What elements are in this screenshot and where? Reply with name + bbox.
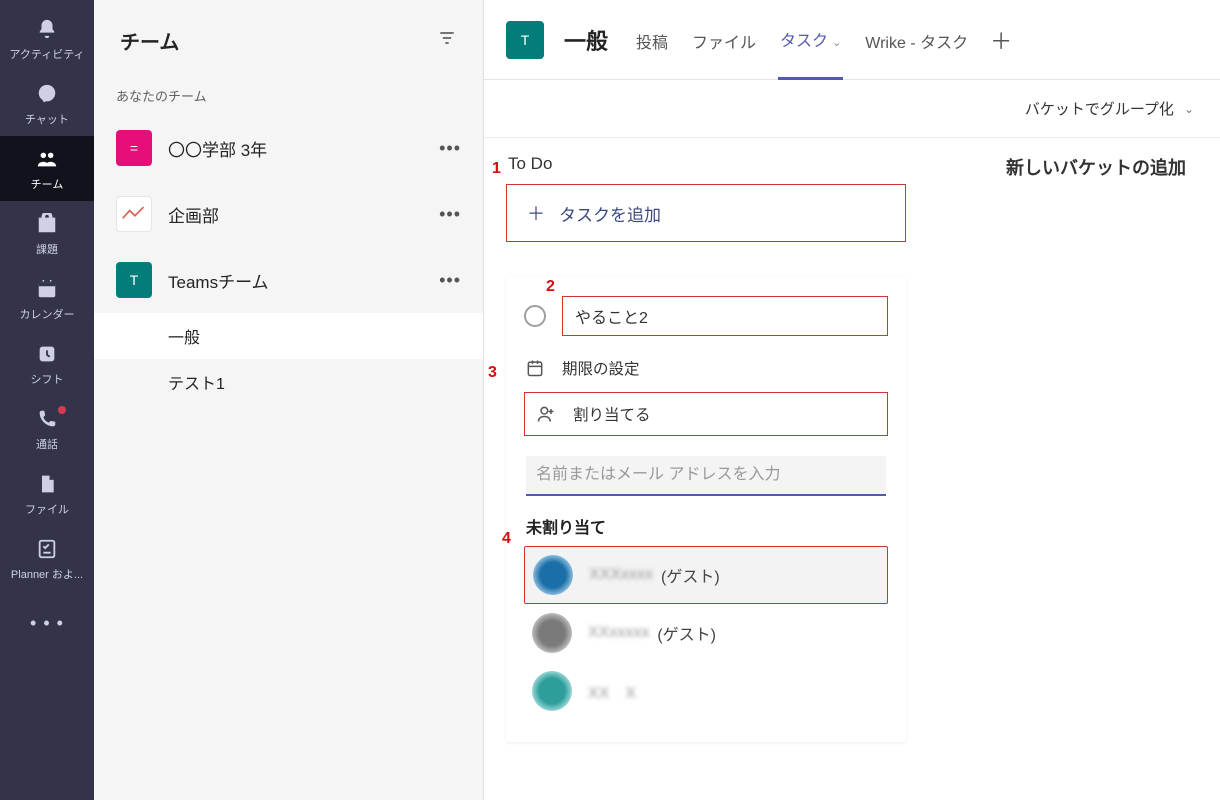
tab-tasks[interactable]: タスク⌄ — [778, 0, 843, 80]
team-row[interactable]: 企画部 ••• — [94, 181, 483, 247]
rail-label: 通話 — [36, 436, 58, 452]
add-task-button[interactable]: ＋ タスクを追加 — [506, 184, 906, 242]
bell-icon — [34, 16, 60, 42]
chat-icon — [34, 81, 60, 107]
team-avatar-icon: T — [116, 262, 152, 298]
teams-panel: チーム あなたのチーム = 〇〇学部 3年 ••• 企画部 ••• T Team… — [94, 0, 484, 800]
team-more-button[interactable]: ••• — [439, 138, 461, 159]
rail-label: ファイル — [25, 501, 69, 517]
person-name: XXxxxxx — [588, 624, 649, 642]
app-rail: アクティビティ チャット チーム 課題 カレンダー シフト 通話 ファイル Pl… — [0, 0, 94, 800]
add-bucket-button[interactable]: 新しいバケットの追加 — [1006, 150, 1186, 180]
rail-calendar[interactable]: カレンダー — [0, 266, 94, 331]
file-icon — [34, 471, 60, 497]
avatar-icon — [532, 613, 572, 653]
rail-label: シフト — [31, 371, 64, 387]
channel-avatar-icon: T — [506, 21, 544, 59]
unassigned-label: 未割り当て — [526, 514, 888, 538]
annotation: 2 — [546, 278, 555, 296]
task-title-input[interactable] — [562, 296, 888, 336]
annotation: 3 — [488, 364, 497, 382]
team-more-button[interactable]: ••• — [439, 270, 461, 291]
rail-shifts[interactable]: シフト — [0, 331, 94, 396]
notification-dot-icon — [58, 406, 66, 414]
person-suffix: (ゲスト) — [661, 563, 720, 587]
group-by-label[interactable]: バケットでグループ化 — [1025, 98, 1174, 119]
teams-icon — [34, 146, 60, 172]
annotation: 4 — [502, 530, 511, 548]
rail-files[interactable]: ファイル — [0, 461, 94, 526]
rail-teams[interactable]: チーム — [0, 136, 94, 201]
clock-icon — [34, 341, 60, 367]
person-suffix: (ゲスト) — [657, 621, 716, 645]
rail-label: カレンダー — [20, 306, 75, 322]
main-area: T 一般 投稿 ファイル タスク⌄ Wrike - タスク ＋ バケットでグルー… — [484, 0, 1220, 800]
assign-person-icon — [535, 403, 557, 425]
checklist-icon — [34, 536, 60, 562]
person-option[interactable]: XX X — [524, 662, 888, 720]
channel-header: T 一般 投稿 ファイル タスク⌄ Wrike - タスク ＋ — [484, 0, 1220, 80]
avatar-icon — [533, 555, 573, 595]
person-name: XX X — [588, 679, 636, 703]
team-row[interactable]: = 〇〇学部 3年 ••• — [94, 115, 483, 181]
add-tab-button[interactable]: ＋ — [990, 24, 1012, 56]
bucket-todo: 1 To Do ＋ タスクを追加 2 3 4 期限の設定 — [506, 150, 906, 742]
tab-wrike[interactable]: Wrike - タスク — [863, 1, 970, 79]
person-option[interactable]: XXxxxxx (ゲスト) — [524, 604, 888, 662]
due-date-label: 期限の設定 — [562, 357, 640, 379]
filter-icon[interactable] — [437, 28, 457, 53]
tab-files[interactable]: ファイル — [690, 1, 758, 79]
teams-panel-title: チーム — [120, 26, 179, 55]
avatar-icon — [532, 671, 572, 711]
calendar-outline-icon — [524, 357, 546, 379]
rail-label: チーム — [31, 176, 64, 192]
tab-posts[interactable]: 投稿 — [634, 1, 670, 79]
rail-label: 課題 — [36, 241, 58, 257]
rail-chat[interactable]: チャット — [0, 71, 94, 136]
assignee-search-input[interactable] — [526, 456, 886, 496]
chevron-down-icon[interactable]: ⌄ — [1184, 102, 1194, 116]
channel-row[interactable]: 一般 — [94, 313, 483, 359]
annotation: 1 — [492, 160, 501, 178]
your-teams-label: あなたのチーム — [94, 80, 483, 115]
set-due-date-button[interactable]: 期限の設定 — [524, 346, 888, 390]
assign-button[interactable]: 割り当てる — [524, 392, 888, 436]
rail-assignments[interactable]: 課題 — [0, 201, 94, 266]
team-name: Teamsチーム — [168, 268, 423, 293]
person-option[interactable]: XXXxxxx (ゲスト) — [524, 546, 888, 604]
team-name: 〇〇学部 3年 — [168, 136, 423, 161]
calendar-icon — [34, 276, 60, 302]
phone-icon — [34, 406, 60, 432]
assign-label: 割り当てる — [573, 403, 651, 425]
board-toolbar: バケットでグループ化 ⌄ — [484, 80, 1220, 138]
planner-board: 1 To Do ＋ タスクを追加 2 3 4 期限の設定 — [484, 138, 1220, 800]
add-task-label: タスクを追加 — [559, 201, 661, 226]
rail-label: アクティビティ — [9, 46, 84, 62]
team-name: 企画部 — [168, 202, 423, 227]
team-more-button[interactable]: ••• — [439, 204, 461, 225]
task-complete-toggle[interactable] — [524, 305, 546, 327]
rail-label: Planner およ... — [11, 566, 83, 582]
channel-title: 一般 — [564, 24, 608, 56]
team-avatar-icon — [116, 196, 152, 232]
new-task-card: 2 3 4 期限の設定 割り当てる 未割り当て — [506, 276, 906, 742]
rail-label: チャット — [25, 111, 69, 127]
rail-calls[interactable]: 通話 — [0, 396, 94, 461]
chevron-down-icon: ⌄ — [832, 37, 841, 49]
bucket-title: To Do — [506, 150, 906, 184]
plus-icon: ＋ — [527, 200, 545, 226]
rail-planner[interactable]: Planner およ... — [0, 526, 94, 591]
channel-row[interactable]: テスト1 — [94, 359, 483, 405]
person-name: XXXxxxx — [589, 566, 653, 584]
teams-panel-header: チーム — [94, 0, 483, 80]
rail-more[interactable]: • • • — [30, 597, 64, 650]
bag-icon — [34, 211, 60, 237]
rail-activity[interactable]: アクティビティ — [0, 6, 94, 71]
team-avatar-icon: = — [116, 130, 152, 166]
team-row[interactable]: T Teamsチーム ••• — [94, 247, 483, 313]
